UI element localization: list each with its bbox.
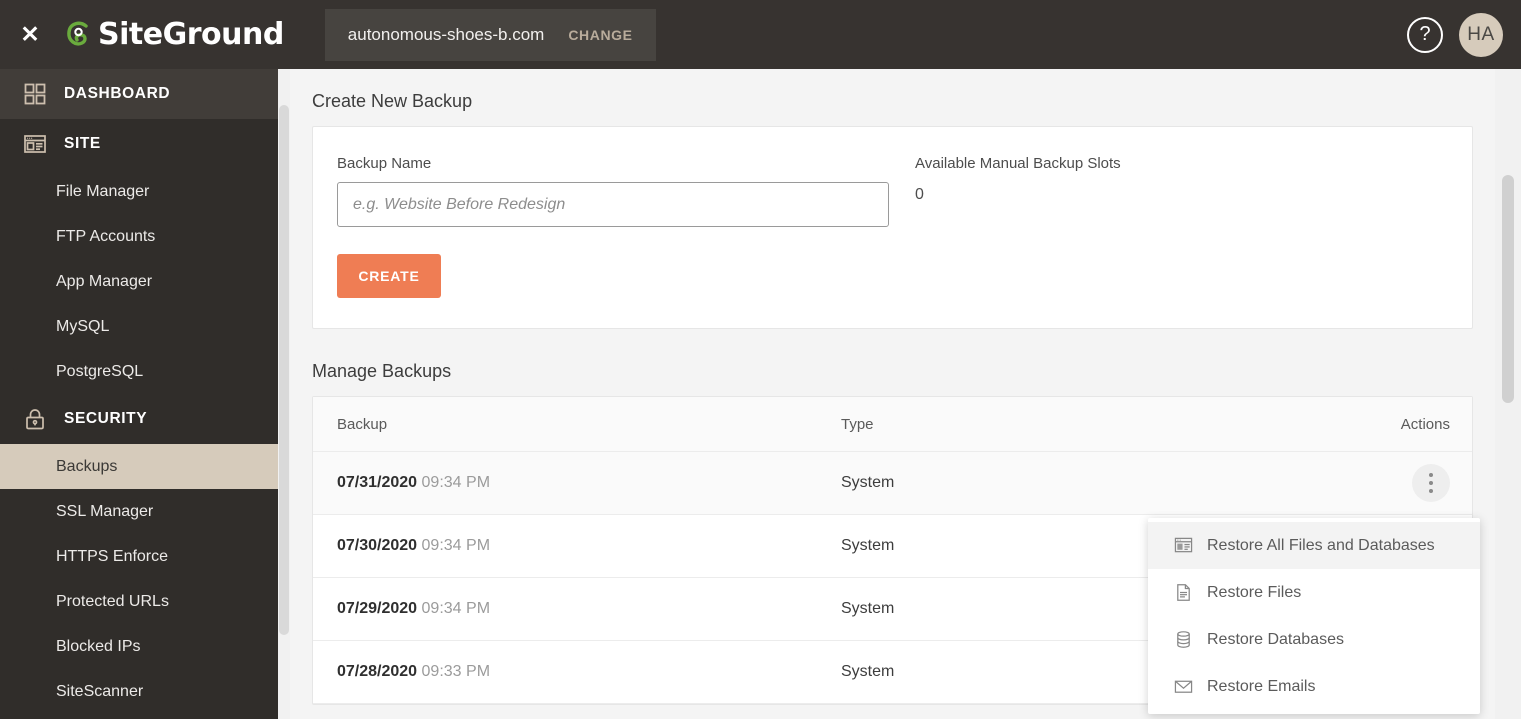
create-backup-heading: Create New Backup: [312, 91, 473, 111]
menu-item-label: Restore Databases: [1207, 630, 1344, 648]
window-icon: [1174, 536, 1193, 555]
envelope-icon: [1174, 677, 1193, 696]
backup-date: 07/29/2020: [337, 600, 418, 617]
manage-backups-heading: Manage Backups: [312, 361, 452, 381]
grid-icon: [22, 81, 48, 107]
backup-datetime-cell: 07/31/2020 09:34 PM: [313, 474, 841, 492]
sidebar-item-mysql[interactable]: MySQL: [0, 304, 278, 349]
backup-type: System: [841, 474, 895, 491]
backup-date: 07/28/2020: [337, 663, 418, 680]
backup-name-label: Backup Name: [337, 155, 432, 172]
backup-datetime-cell: 07/29/2020 09:34 PM: [313, 600, 841, 618]
create-backup-button[interactable]: CREATE: [337, 254, 441, 298]
lock-icon: [22, 406, 48, 432]
backup-time: 09:34 PM: [421, 537, 491, 554]
close-button[interactable]: ✕: [0, 0, 60, 69]
sidebar-section-security[interactable]: SECURITY: [0, 394, 278, 444]
menu-item-restore-emails[interactable]: Restore Emails: [1148, 663, 1480, 710]
sidebar-section-site[interactable]: SITE: [0, 119, 278, 169]
sidebar-item-https-enforce[interactable]: HTTPS Enforce: [0, 534, 278, 579]
current-domain-label: autonomous-shoes-b.com: [347, 24, 545, 44]
sidebar-item-ftp-accounts[interactable]: FTP Accounts: [0, 214, 278, 259]
database-icon: [1174, 630, 1193, 649]
menu-item-label: Restore All Files and Databases: [1207, 536, 1435, 554]
menu-item-restore-databases[interactable]: Restore Databases: [1148, 616, 1480, 663]
create-backup-form: Backup Name CREATE Available Manual Back…: [313, 127, 1472, 328]
sidebar-item-backups[interactable]: Backups: [0, 444, 278, 489]
sidebar-section-dashboard[interactable]: DASHBOARD: [0, 69, 278, 119]
create-backup-card: Backup Name CREATE Available Manual Back…: [312, 126, 1473, 329]
backup-time: 09:34 PM: [421, 600, 491, 617]
sidebar-item-protected-urls[interactable]: Protected URLs: [0, 579, 278, 624]
backup-date: 07/31/2020: [337, 474, 418, 491]
window-icon: [22, 131, 48, 157]
backup-datetime-cell: 07/30/2020 09:34 PM: [313, 537, 841, 555]
row-actions-menu-button[interactable]: [1412, 464, 1450, 502]
backup-time: 09:34 PM: [421, 474, 491, 491]
main-scrollbar[interactable]: [1495, 69, 1521, 719]
table-row[interactable]: 07/31/2020 09:34 PM System: [313, 452, 1472, 515]
help-icon[interactable]: ?: [1407, 16, 1443, 53]
column-header-actions: Actions: [1400, 415, 1450, 433]
domain-selector[interactable]: autonomous-shoes-b.com CHANGE: [324, 8, 656, 61]
column-header-backup: Backup: [337, 415, 388, 433]
sidebar-item-blocked-ips[interactable]: Blocked IPs: [0, 624, 278, 669]
siteground-logo-text: SiteGround: [98, 17, 284, 52]
available-slots-group: Available Manual Backup Slots 0: [915, 155, 1121, 298]
sidebar-item-ssl-manager[interactable]: SSL Manager: [0, 489, 278, 534]
sidebar-label-dashboard: DASHBOARD: [64, 85, 171, 102]
sidebar-item-sitescanner[interactable]: SiteScanner: [0, 669, 278, 714]
table-header-row: Backup Type Actions: [313, 397, 1472, 452]
sidebar-scrollbar-thumb[interactable]: [279, 105, 289, 635]
sidebar-item-postgresql[interactable]: PostgreSQL: [0, 349, 278, 394]
menu-item-restore-all-files-and-databases[interactable]: Restore All Files and Databases: [1148, 522, 1480, 569]
backup-datetime-cell: 07/28/2020 09:33 PM: [313, 663, 841, 681]
backup-time: 09:33 PM: [421, 663, 491, 680]
sidebar-label-security: SECURITY: [64, 410, 148, 427]
top-header-bar: ✕ SiteGround autonomous-shoes-b.com CHAN…: [0, 0, 1521, 69]
sidebar-navigation: DASHBOARD SITE File Manager FTP Accounts…: [0, 69, 278, 719]
main-scrollbar-thumb[interactable]: [1502, 175, 1514, 403]
row-actions-dropdown-menu: Restore All Files and Databases Restore …: [1148, 518, 1480, 714]
header-actions: ? HA: [1407, 12, 1521, 57]
sidebar-scrollbar[interactable]: [278, 69, 290, 719]
menu-item-label: Restore Files: [1207, 583, 1302, 601]
user-avatar[interactable]: HA: [1459, 12, 1503, 57]
column-header-type: Type: [841, 415, 874, 433]
change-domain-button[interactable]: CHANGE: [568, 27, 632, 43]
menu-item-restore-files[interactable]: Restore Files: [1148, 569, 1480, 616]
available-slots-value: 0: [915, 186, 924, 203]
backup-name-field-group: Backup Name CREATE: [337, 155, 915, 298]
sidebar-item-file-manager[interactable]: File Manager: [0, 169, 278, 214]
backup-date: 07/30/2020: [337, 537, 418, 554]
document-icon: [1174, 583, 1193, 602]
row-actions-cell: [1261, 464, 1472, 502]
sidebar-item-app-manager[interactable]: App Manager: [0, 259, 278, 304]
backup-name-input[interactable]: [337, 182, 889, 227]
sidebar-label-site: SITE: [64, 135, 101, 152]
menu-item-label: Restore Emails: [1207, 677, 1316, 695]
siteground-logo-icon: [66, 20, 94, 50]
siteground-logo[interactable]: SiteGround: [66, 17, 284, 52]
available-slots-label: Available Manual Backup Slots: [915, 155, 1121, 172]
